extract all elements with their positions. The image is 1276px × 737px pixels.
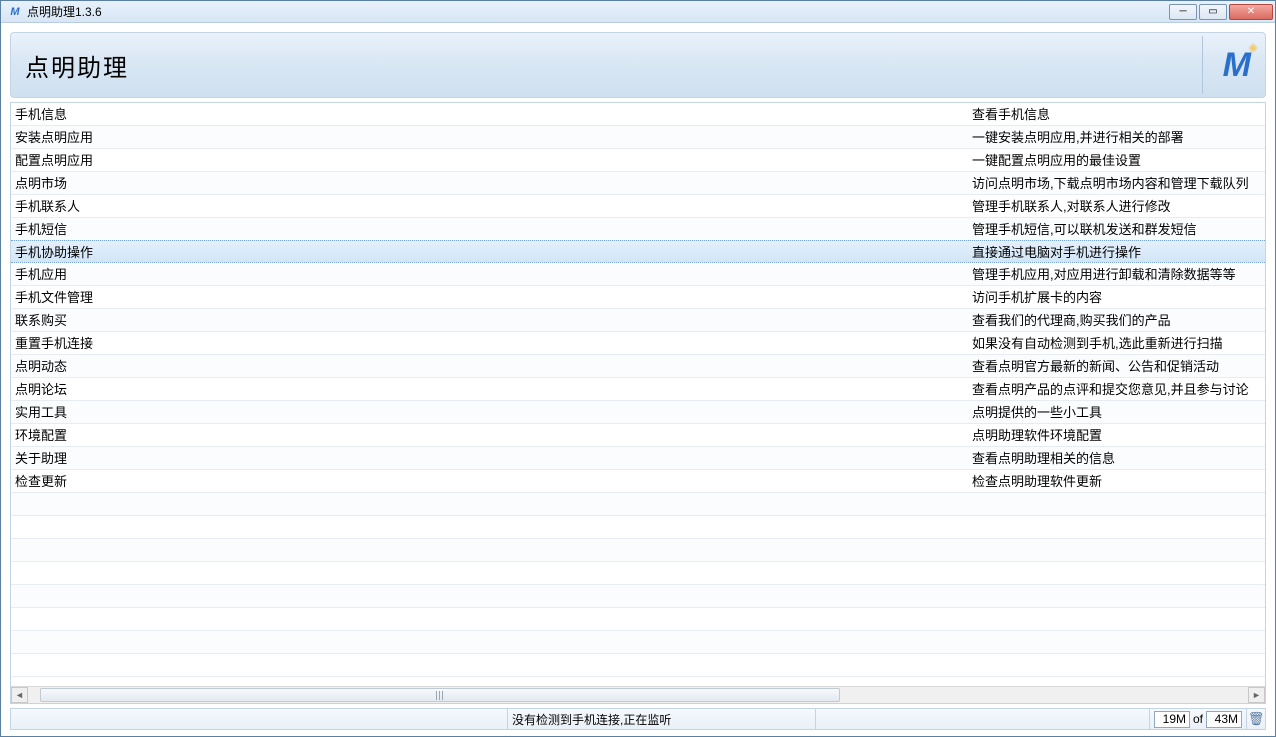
trash-icon[interactable]: 🗑 [1247, 711, 1265, 727]
item-description: 直接通过电脑对手机进行操作 [968, 241, 1265, 262]
list-item[interactable]: 环境配置点明助理软件环境配置 [11, 424, 1265, 447]
window-controls: ─ ▭ ✕ [1169, 4, 1273, 20]
list-item-empty [11, 539, 1265, 562]
item-name: 实用工具 [11, 401, 968, 423]
header-band: 点明助理 M [10, 32, 1266, 98]
item-description: 管理手机短信,可以联机发送和群发短信 [968, 218, 1265, 240]
status-spacer [11, 709, 508, 729]
scroll-right-button[interactable]: ► [1248, 687, 1265, 703]
item-description: 查看点明助理相关的信息 [968, 447, 1265, 469]
scroll-left-button[interactable]: ◄ [11, 687, 28, 703]
list-item[interactable]: 联系购买查看我们的代理商,购买我们的产品 [11, 309, 1265, 332]
list-item[interactable]: 实用工具点明提供的一些小工具 [11, 401, 1265, 424]
list-item-empty [11, 585, 1265, 608]
list-item[interactable]: 点明论坛查看点明产品的点评和提交您意见,并且参与讨论 [11, 378, 1265, 401]
list-item[interactable]: 点明市场访问点明市场,下载点明市场内容和管理下载队列 [11, 172, 1265, 195]
list-item[interactable]: 手机短信管理手机短信,可以联机发送和群发短信 [11, 218, 1265, 241]
item-description: 管理手机应用,对应用进行卸载和清除数据等等 [968, 263, 1265, 285]
horizontal-scrollbar[interactable]: ◄ ► [11, 686, 1265, 703]
list-item-empty [11, 493, 1265, 516]
scroll-thumb[interactable] [40, 688, 840, 702]
list-item-empty [11, 608, 1265, 631]
logo-wrap: M [1202, 36, 1251, 94]
application-window: M 点明助理1.3.6 ─ ▭ ✕ 点明助理 M 手机信息查看手机信息安装点明应… [0, 0, 1276, 737]
window-title: 点明助理1.3.6 [27, 3, 1169, 20]
item-description: 查看点明官方最新的新闻、公告和促销活动 [968, 355, 1265, 377]
item-name: 点明市场 [11, 172, 968, 194]
memory-used-field[interactable]: 19M [1154, 711, 1190, 728]
item-description: 如果没有自动检测到手机,选此重新进行扫描 [968, 332, 1265, 354]
item-description: 点明助理软件环境配置 [968, 424, 1265, 446]
item-description: 访问点明市场,下载点明市场内容和管理下载队列 [968, 172, 1265, 194]
item-name: 点明论坛 [11, 378, 968, 400]
list-item[interactable]: 配置点明应用一键配置点明应用的最佳设置 [11, 149, 1265, 172]
list-item-empty [11, 562, 1265, 585]
menu-list: 手机信息查看手机信息安装点明应用一键安装点明应用,并进行相关的部署配置点明应用一… [11, 103, 1265, 686]
close-button[interactable]: ✕ [1229, 4, 1273, 20]
list-item[interactable]: 重置手机连接如果没有自动检测到手机,选此重新进行扫描 [11, 332, 1265, 355]
item-name: 点明动态 [11, 355, 968, 377]
item-name: 手机应用 [11, 263, 968, 285]
item-name: 联系购买 [11, 309, 968, 331]
scroll-track[interactable] [28, 687, 1248, 703]
item-name: 手机协助操作 [11, 241, 968, 262]
item-name: 安装点明应用 [11, 126, 968, 148]
item-description: 检查点明助理软件更新 [968, 470, 1265, 492]
item-description: 查看点明产品的点评和提交您意见,并且参与讨论 [968, 378, 1265, 400]
maximize-button[interactable]: ▭ [1199, 4, 1227, 20]
page-title: 点明助理 [25, 48, 129, 83]
item-name: 重置手机连接 [11, 332, 968, 354]
titlebar[interactable]: M 点明助理1.3.6 ─ ▭ ✕ [1, 1, 1275, 23]
app-icon: M [7, 4, 23, 20]
item-name: 手机信息 [11, 103, 968, 125]
item-description: 一键安装点明应用,并进行相关的部署 [968, 126, 1265, 148]
list-item-empty [11, 631, 1265, 654]
list-item-empty [11, 516, 1265, 539]
list-item-empty [11, 654, 1265, 677]
item-name: 环境配置 [11, 424, 968, 446]
list-item[interactable]: 点明动态查看点明官方最新的新闻、公告和促销活动 [11, 355, 1265, 378]
list-item[interactable]: 检查更新检查点明助理软件更新 [11, 470, 1265, 493]
memory-of-label: of [1193, 712, 1203, 726]
item-name: 手机联系人 [11, 195, 968, 217]
list-item[interactable]: 手机联系人管理手机联系人,对联系人进行修改 [11, 195, 1265, 218]
list-item[interactable]: 手机协助操作直接通过电脑对手机进行操作 [11, 240, 1265, 263]
memory-indicator: 19M of 43M [1150, 709, 1247, 729]
content-panel: 手机信息查看手机信息安装点明应用一键安装点明应用,并进行相关的部署配置点明应用一… [10, 102, 1266, 704]
item-description: 查看手机信息 [968, 103, 1265, 125]
item-name: 配置点明应用 [11, 149, 968, 171]
item-description: 访问手机扩展卡的内容 [968, 286, 1265, 308]
list-item[interactable]: 关于助理查看点明助理相关的信息 [11, 447, 1265, 470]
list-item[interactable]: 手机信息查看手机信息 [11, 103, 1265, 126]
memory-total-field[interactable]: 43M [1206, 711, 1242, 728]
item-name: 手机文件管理 [11, 286, 968, 308]
item-description: 点明提供的一些小工具 [968, 401, 1265, 423]
status-bar: 没有检测到手机连接,正在监听 19M of 43M 🗑 [10, 708, 1266, 730]
list-item[interactable]: 安装点明应用一键安装点明应用,并进行相关的部署 [11, 126, 1265, 149]
logo-icon: M [1223, 46, 1251, 85]
status-spacer [816, 709, 1150, 729]
list-item[interactable]: 手机文件管理访问手机扩展卡的内容 [11, 286, 1265, 309]
list-item[interactable]: 手机应用管理手机应用,对应用进行卸载和清除数据等等 [11, 263, 1265, 286]
item-name: 手机短信 [11, 218, 968, 240]
item-description: 管理手机联系人,对联系人进行修改 [968, 195, 1265, 217]
item-description: 一键配置点明应用的最佳设置 [968, 149, 1265, 171]
item-name: 关于助理 [11, 447, 968, 469]
item-name: 检查更新 [11, 470, 968, 492]
status-message: 没有检测到手机连接,正在监听 [508, 709, 816, 729]
minimize-button[interactable]: ─ [1169, 4, 1197, 20]
item-description: 查看我们的代理商,购买我们的产品 [968, 309, 1265, 331]
